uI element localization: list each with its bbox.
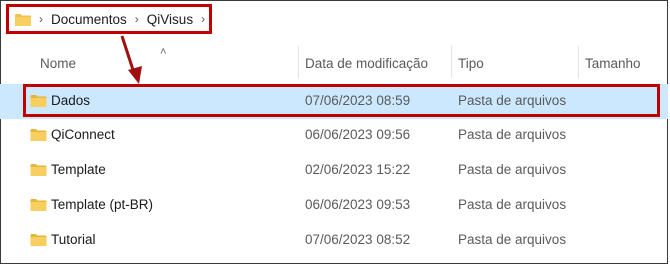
- breadcrumb-separator-icon[interactable]: ›: [135, 12, 139, 26]
- table-row[interactable]: Tutorial 07/06/2023 08:52 Pasta de arqui…: [0, 223, 668, 258]
- column-header-type[interactable]: Tipo: [458, 56, 484, 71]
- breadcrumb-item-qivisus[interactable]: QiVisus: [147, 12, 193, 27]
- breadcrumb-separator-icon[interactable]: ›: [201, 12, 205, 26]
- row-type: Pasta de arquivos: [458, 127, 567, 142]
- column-divider[interactable]: [578, 46, 579, 78]
- breadcrumb-separator-icon[interactable]: ›: [39, 12, 43, 26]
- column-header-size[interactable]: Tamanho: [585, 56, 641, 71]
- folder-icon: [15, 13, 31, 26]
- sort-ascending-icon: ˄: [160, 46, 167, 58]
- row-type: Pasta de arquivos: [458, 232, 567, 247]
- row-modified: 02/06/2023 15:22: [305, 162, 411, 177]
- column-header-row: ˄ Nome Data de modificação Tipo Tamanho: [0, 46, 668, 78]
- folder-icon: [30, 198, 47, 214]
- row-modified: 06/06/2023 09:53: [305, 197, 411, 212]
- breadcrumb: › Documentos › QiVisus ›: [6, 4, 212, 34]
- column-divider[interactable]: [451, 46, 452, 78]
- row-modified: 07/06/2023 08:52: [305, 232, 411, 247]
- row-type: Pasta de arquivos: [458, 162, 567, 177]
- table-row[interactable]: Dados 07/06/2023 08:59 Pasta de arquivos: [0, 84, 668, 119]
- folder-icon: [30, 233, 47, 249]
- table-row[interactable]: Template (pt-BR) 06/06/2023 09:53 Pasta …: [0, 188, 668, 223]
- row-type: Pasta de arquivos: [458, 93, 567, 108]
- row-name: Tutorial: [51, 232, 96, 247]
- column-header-name[interactable]: Nome: [40, 56, 76, 71]
- row-name: Template: [51, 162, 106, 177]
- folder-icon: [30, 94, 47, 110]
- folder-icon: [30, 163, 47, 179]
- folder-icon: [30, 128, 47, 144]
- row-name: Template (pt-BR): [51, 197, 154, 212]
- row-modified: 07/06/2023 08:59: [305, 93, 411, 108]
- breadcrumb-item-documentos[interactable]: Documentos: [51, 12, 127, 27]
- column-header-modified[interactable]: Data de modificação: [305, 56, 428, 71]
- table-row[interactable]: Template 02/06/2023 15:22 Pasta de arqui…: [0, 153, 668, 188]
- row-type: Pasta de arquivos: [458, 197, 567, 212]
- row-name: QiConnect: [51, 127, 115, 142]
- row-modified: 06/06/2023 09:56: [305, 127, 411, 142]
- table-row[interactable]: QiConnect 06/06/2023 09:56 Pasta de arqu…: [0, 118, 668, 153]
- row-name: Dados: [51, 93, 91, 108]
- column-divider[interactable]: [298, 46, 299, 78]
